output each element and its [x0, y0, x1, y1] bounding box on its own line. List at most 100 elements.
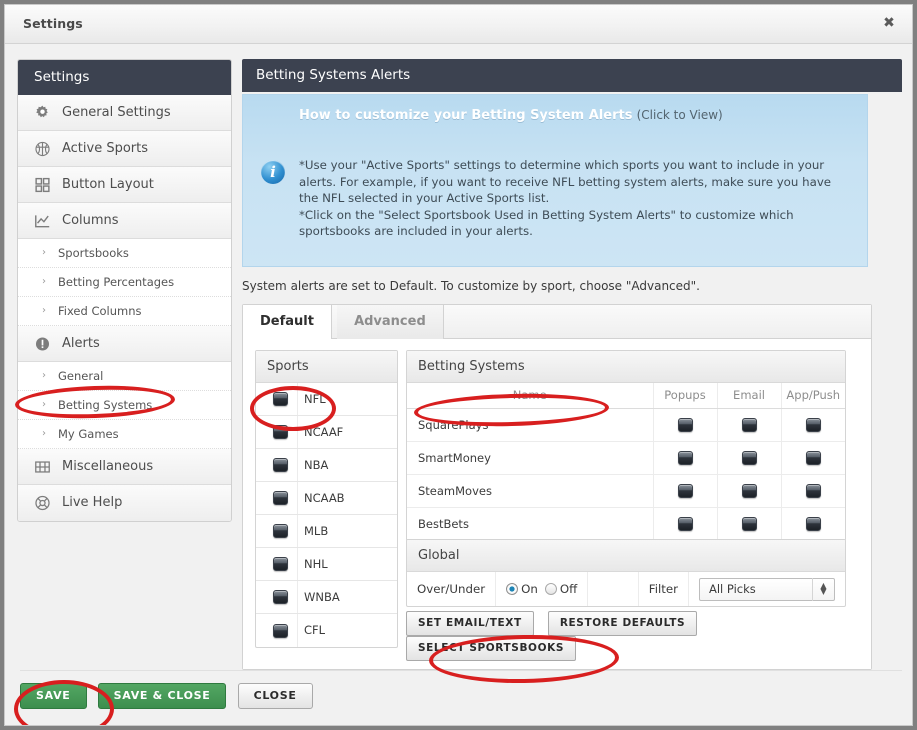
howto-link-label: How to customize your Betting System Ale…: [299, 108, 633, 123]
email-cell[interactable]: [716, 408, 781, 442]
sport-row[interactable]: NBA: [256, 449, 397, 482]
sidebar-item-label: Alerts: [62, 336, 100, 351]
lifebuoy-icon: [34, 495, 51, 512]
sport-checkbox[interactable]: [273, 557, 288, 571]
email-checkbox[interactable]: [741, 418, 757, 432]
app-push-checkbox[interactable]: [805, 451, 821, 465]
sidebar-item-active-sports[interactable]: Active Sports: [18, 131, 231, 167]
radio-on[interactable]: [506, 583, 519, 595]
column-header-name: Name: [407, 383, 653, 409]
sidebar-item-alerts[interactable]: Alerts: [18, 326, 231, 362]
sidebar-item-label: Fixed Columns: [58, 304, 142, 318]
email-checkbox[interactable]: [741, 484, 757, 498]
sport-row[interactable]: CFL: [256, 614, 397, 647]
filter-label: Filter: [648, 582, 678, 596]
popups-cell[interactable]: [652, 441, 717, 475]
app-push-checkbox[interactable]: [805, 418, 821, 432]
sidebar-item-general-settings[interactable]: General Settings: [18, 95, 231, 131]
set-email-text-button[interactable]: SET EMAIL/TEXT: [406, 611, 534, 636]
restore-defaults-button[interactable]: RESTORE DEFAULTS: [547, 611, 698, 636]
sport-checkbox[interactable]: [273, 425, 288, 439]
global-panel: Global Over/Under On Off Filter All Pick…: [406, 539, 846, 607]
email-checkbox[interactable]: [741, 517, 757, 532]
basketball-icon: [34, 140, 51, 157]
email-checkbox[interactable]: [741, 451, 757, 465]
sport-row[interactable]: NCAAF: [256, 416, 397, 449]
tab-advanced[interactable]: Advanced: [337, 305, 444, 339]
save-and-close-button[interactable]: SAVE & CLOSE: [97, 683, 227, 709]
app-push-checkbox[interactable]: [805, 517, 821, 532]
chevron-right-icon: ›: [42, 399, 46, 410]
dialog-body: Settings General Settings Active Sports …: [5, 45, 912, 725]
popups-checkbox[interactable]: [677, 484, 693, 498]
popups-cell[interactable]: [652, 474, 717, 508]
app-push-cell[interactable]: [780, 474, 845, 508]
email-cell[interactable]: [716, 474, 781, 508]
sidebar-item-label: Live Help: [62, 495, 123, 510]
alert-icon: [34, 335, 51, 352]
popups-cell[interactable]: [652, 507, 717, 540]
popups-cell[interactable]: [652, 408, 717, 442]
sidebar-item-button-layout[interactable]: Button Layout: [18, 167, 231, 203]
system-name: SteamMoves: [407, 474, 653, 508]
chevron-right-icon: ›: [42, 370, 46, 381]
sidebar-item-miscellaneous[interactable]: Miscellaneous: [18, 449, 231, 485]
sport-checkbox[interactable]: [273, 590, 288, 604]
save-button[interactable]: SAVE: [20, 683, 87, 709]
email-cell[interactable]: [716, 441, 781, 475]
filter-select[interactable]: All Picks ▲ ▼: [699, 577, 835, 601]
sidebar-item-fixed-columns[interactable]: › Fixed Columns: [18, 297, 231, 326]
info-panel[interactable]: i How to customize your Betting System A…: [242, 94, 868, 267]
main-panel-title: Betting Systems Alerts: [242, 59, 902, 92]
app-push-cell[interactable]: [780, 441, 845, 475]
dialog-footer: SAVE SAVE & CLOSE CLOSE: [20, 670, 902, 709]
sport-row[interactable]: MLB: [256, 515, 397, 548]
howto-link[interactable]: How to customize your Betting System Ale…: [299, 108, 723, 123]
action-buttons-row: SET EMAIL/TEXT RESTORE DEFAULTS SELECT S…: [406, 611, 856, 661]
sport-checkbox[interactable]: [273, 524, 288, 538]
sport-checkbox[interactable]: [273, 623, 288, 638]
sidebar-item-betting-systems[interactable]: › Betting Systems: [18, 391, 231, 420]
sidebar-item-general[interactable]: › General: [18, 362, 231, 391]
dialog-title: Settings: [23, 16, 83, 31]
filter-label-cell: Filter: [637, 572, 688, 606]
sidebar-item-label: Betting Percentages: [58, 275, 175, 289]
popups-checkbox[interactable]: [677, 517, 693, 532]
sport-row[interactable]: NHL: [256, 548, 397, 581]
close-icon[interactable]: ✖: [880, 14, 898, 32]
app-push-checkbox[interactable]: [805, 484, 821, 498]
sport-row[interactable]: NCAAB: [256, 482, 397, 515]
chevron-updown-icon[interactable]: ▲ ▼: [812, 577, 834, 601]
select-sportsbooks-button[interactable]: SELECT SPORTSBOOKS: [406, 636, 576, 661]
filter-select-cell: All Picks ▲ ▼: [688, 572, 845, 606]
sport-row[interactable]: WNBA: [256, 581, 397, 614]
sidebar-item-live-help[interactable]: Live Help: [18, 485, 231, 521]
sport-checkbox[interactable]: [273, 491, 288, 505]
howto-click-hint: (Click to View): [636, 108, 723, 122]
misc-icon: [34, 458, 51, 475]
sidebar-item-label: My Games: [58, 427, 119, 441]
sidebar-item-my-games[interactable]: › My Games: [18, 420, 231, 449]
sidebar-item-label: General Settings: [62, 105, 171, 120]
popups-checkbox[interactable]: [677, 451, 693, 465]
sidebar-item-sportsbooks[interactable]: › Sportsbooks: [18, 239, 231, 268]
sidebar-item-columns[interactable]: Columns: [18, 203, 231, 239]
sport-checkbox[interactable]: [273, 458, 288, 472]
system-name: BestBets: [418, 516, 469, 531]
app-push-cell[interactable]: [780, 408, 845, 442]
settings-sidebar: Settings General Settings Active Sports …: [17, 59, 232, 522]
app-push-cell[interactable]: [780, 507, 845, 540]
sports-panel-header: Sports: [256, 351, 397, 383]
chart-icon: [34, 212, 51, 229]
tabstrip: Default Advanced: [243, 305, 871, 340]
tab-default[interactable]: Default: [243, 305, 332, 340]
close-button[interactable]: CLOSE: [237, 683, 313, 709]
sidebar-item-betting-percentages[interactable]: › Betting Percentages: [18, 268, 231, 297]
radio-off[interactable]: [544, 583, 557, 595]
sport-checkbox[interactable]: [273, 392, 288, 406]
sport-row[interactable]: NFL: [256, 383, 397, 416]
sport-label: NHL: [304, 557, 328, 571]
dialog-titlebar: Settings ✖: [5, 5, 912, 44]
email-cell[interactable]: [716, 507, 781, 540]
popups-checkbox[interactable]: [677, 418, 693, 432]
